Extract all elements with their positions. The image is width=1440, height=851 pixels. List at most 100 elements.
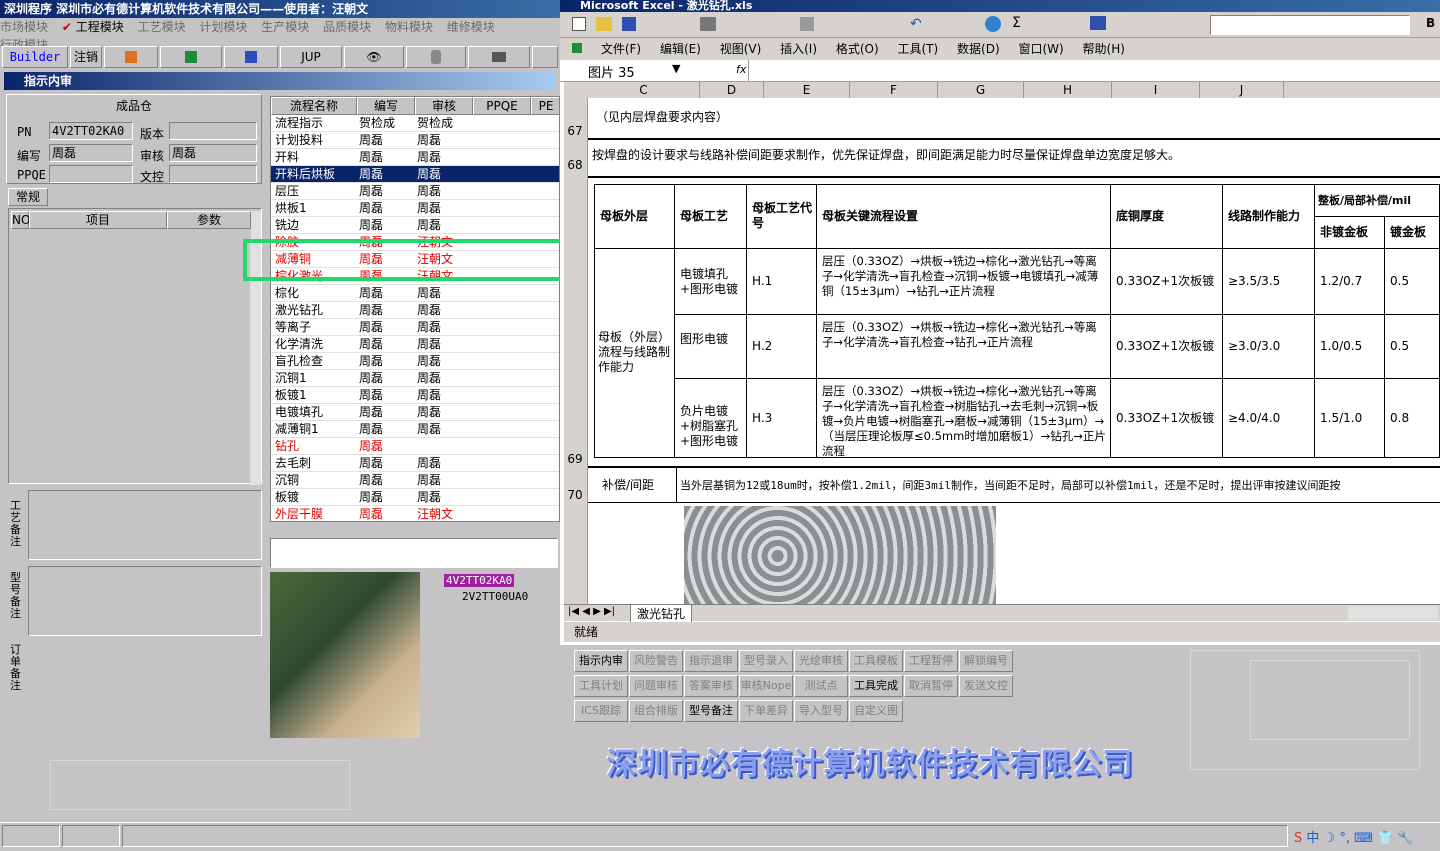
- cap-nongold[interactable]: 1.5/1.0: [1320, 411, 1382, 426]
- flow-row[interactable]: 板镀 周磊 周磊: [271, 489, 559, 506]
- excel-menu-window[interactable]: 窗口(W): [1018, 38, 1063, 60]
- font-select[interactable]: [1210, 15, 1410, 35]
- cap-gold[interactable]: 0.5: [1390, 339, 1436, 354]
- flow-row[interactable]: 开料 周磊 周磊: [271, 149, 559, 166]
- print-icon[interactable]: [700, 17, 716, 31]
- flow-row[interactable]: 等离子 周磊 周磊: [271, 319, 559, 336]
- flow-input[interactable]: [270, 538, 558, 568]
- tree-child[interactable]: 2V2TT00UA0: [462, 590, 528, 603]
- function-button[interactable]: 工具完成: [849, 675, 903, 697]
- col-header[interactable]: E: [764, 82, 850, 98]
- function-button[interactable]: 指示退审: [684, 650, 738, 672]
- excel-menu-tools[interactable]: 工具(T): [898, 38, 939, 60]
- new-icon[interactable]: [572, 17, 586, 31]
- col-header[interactable]: H: [1024, 82, 1112, 98]
- cap-code[interactable]: H.2: [752, 339, 812, 354]
- bold-icon[interactable]: B: [1426, 16, 1435, 30]
- function-button[interactable]: 审核Nope: [739, 675, 793, 697]
- version-field[interactable]: [169, 122, 257, 140]
- flow-row[interactable]: 计划投料 周磊 周磊: [271, 132, 559, 149]
- function-button[interactable]: 取消暂停: [904, 675, 958, 697]
- hyperlink-icon[interactable]: [985, 16, 1001, 32]
- cap-cap[interactable]: ≥3.0/3.0: [1228, 339, 1312, 354]
- cap-proc[interactable]: 电镀填孔+图形电镀: [680, 267, 744, 297]
- menu-item[interactable]: 生产模块: [261, 18, 309, 36]
- cap-cu[interactable]: 0.33OZ+1次板镀: [1116, 411, 1220, 426]
- cap-cu[interactable]: 0.33OZ+1次板镀: [1116, 339, 1220, 354]
- menu-item[interactable]: 品质模块: [323, 18, 371, 36]
- name-box[interactable]: 图片 35: [588, 62, 678, 81]
- cap-flow[interactable]: 层压（0.33OZ）→烘板→铣边→棕化→激光钻孔→等离子→化学清洗→盲孔检查→沉…: [822, 254, 1106, 299]
- function-button[interactable]: 风险警告: [629, 650, 683, 672]
- menu-item[interactable]: 工艺模块: [138, 18, 186, 36]
- menu-item[interactable]: 计划模块: [199, 18, 247, 36]
- function-button[interactable]: 工具模板: [849, 650, 903, 672]
- row-header[interactable]: 67: [564, 124, 586, 138]
- open-icon[interactable]: [596, 17, 612, 31]
- col-header[interactable]: C: [588, 82, 700, 98]
- col-header[interactable]: J: [1200, 82, 1284, 98]
- cap-gold[interactable]: 0.8: [1390, 411, 1436, 426]
- excel-menu-help[interactable]: 帮助(H): [1083, 38, 1125, 60]
- col-header[interactable]: D: [700, 82, 764, 98]
- function-button[interactable]: 解锁编号: [959, 650, 1013, 672]
- flow-header-ppqe[interactable]: PPQE: [473, 97, 531, 115]
- flow-row[interactable]: 开料后烘板 周磊 周磊: [271, 166, 559, 183]
- row-header[interactable]: 70: [564, 488, 586, 502]
- flow-row[interactable]: 盲孔检查 周磊 周磊: [271, 353, 559, 370]
- jup-button[interactable]: JUP: [280, 46, 342, 68]
- flow-row[interactable]: 流程指示 贺检成 贺检成: [271, 115, 559, 132]
- cap-code[interactable]: H.3: [752, 411, 812, 426]
- row67-text[interactable]: （见内层焊盘要求内容）: [596, 110, 728, 125]
- pcb-picture[interactable]: [684, 506, 996, 606]
- excel-menu-insert[interactable]: 插入(I): [780, 38, 817, 60]
- flow-row[interactable]: 钻孔 周磊: [271, 438, 559, 455]
- flow-row[interactable]: 化学清洗 周磊 周磊: [271, 336, 559, 353]
- writer-field[interactable]: 周磊: [49, 144, 133, 162]
- function-button[interactable]: 工具计划: [574, 675, 628, 697]
- reviewer-field[interactable]: 周磊: [169, 144, 257, 162]
- flow-row[interactable]: 去毛刺 周磊 周磊: [271, 455, 559, 472]
- function-button[interactable]: 测试点: [794, 675, 848, 697]
- dropdown-arrow-icon[interactable]: ▼: [672, 62, 680, 75]
- function-button[interactable]: 工程暂停: [904, 650, 958, 672]
- ime-toolbar[interactable]: S 中 ☽ °, ⌨ 👕 🔧: [1294, 827, 1434, 847]
- cap-flow[interactable]: 层压（0.33OZ）→烘板→铣边→棕化→激光钻孔→等离子→化学清洗→盲孔检查→树…: [822, 384, 1106, 459]
- function-button[interactable]: ICS跟踪: [574, 700, 628, 722]
- sheet-tab[interactable]: 激光钻孔: [630, 605, 693, 623]
- flow-header-writer[interactable]: 编写: [357, 97, 415, 115]
- database-icon[interactable]: [406, 46, 466, 68]
- sogou-icon[interactable]: S: [1294, 831, 1302, 846]
- menu-item[interactable]: 维修模块: [447, 18, 495, 36]
- cap-cap[interactable]: ≥4.0/4.0: [1228, 411, 1312, 426]
- model-notes-box[interactable]: [28, 566, 262, 636]
- cap-nongold[interactable]: 1.0/0.5: [1320, 339, 1382, 354]
- menu-item[interactable]: 市场模块: [0, 18, 48, 36]
- excel-menu-data[interactable]: 数据(D): [957, 38, 1000, 60]
- excel-menu-view[interactable]: 视图(V): [720, 38, 762, 60]
- eye-icon[interactable]: 👁: [344, 46, 404, 68]
- pn-field[interactable]: 4V2TT02KA0: [49, 122, 133, 140]
- fx-icon[interactable]: fx: [736, 63, 746, 76]
- flow-header-reviewer[interactable]: 审核: [415, 97, 473, 115]
- flow-row[interactable]: 烘板1 周磊 周磊: [271, 200, 559, 217]
- function-button[interactable]: 发送文控: [959, 675, 1013, 697]
- ppqe-field[interactable]: [49, 165, 133, 183]
- word-icon[interactable]: [224, 46, 278, 68]
- cap-proc[interactable]: 图形电镀: [680, 332, 744, 347]
- flow-row[interactable]: 外层干膜 周磊 汪朝文: [271, 506, 559, 521]
- save-icon[interactable]: [622, 17, 636, 31]
- cap-proc[interactable]: 负片电镀+树脂塞孔+图形电镀: [680, 404, 744, 449]
- function-button[interactable]: 型号录入: [739, 650, 793, 672]
- flow-row[interactable]: 激光钻孔 周磊 周磊: [271, 302, 559, 319]
- flow-row[interactable]: 电镀填孔 周磊 周磊: [271, 404, 559, 421]
- chart-icon[interactable]: [1090, 16, 1106, 30]
- horizontal-scrollbar[interactable]: [1348, 606, 1438, 620]
- powerpoint-icon[interactable]: [104, 46, 158, 68]
- col-header[interactable]: I: [1112, 82, 1200, 98]
- flow-row[interactable]: 棕化 周磊 周磊: [271, 285, 559, 302]
- excel-menu-format[interactable]: 格式(O): [836, 38, 879, 60]
- menu-item-active[interactable]: ✔ 工程模块: [62, 18, 124, 36]
- tree-root[interactable]: 4V2TT02KA0: [444, 574, 515, 587]
- cap-flow[interactable]: 层压（0.33OZ）→烘板→铣边→棕化→激光钻孔→等离子→化学清洗→盲孔检查→钻…: [822, 320, 1106, 350]
